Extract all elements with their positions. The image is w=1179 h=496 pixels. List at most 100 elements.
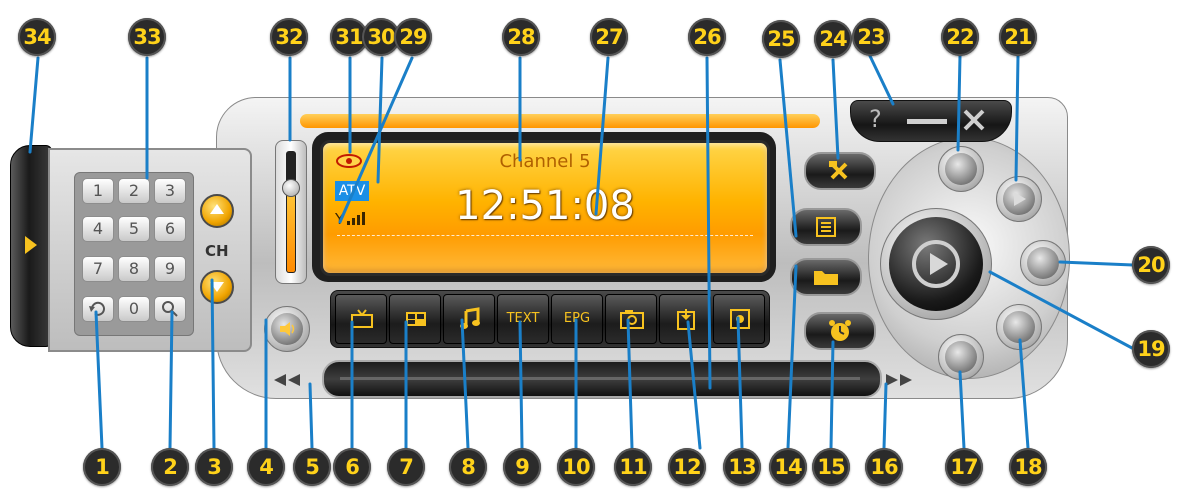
music-note-icon [460,307,480,329]
key-1[interactable]: 1 [82,178,114,204]
marker-25: 25 [762,20,800,58]
volume-slider-track[interactable] [275,140,307,284]
marker-1: 1 [83,448,121,486]
marker-7: 7 [387,448,425,486]
key-8[interactable]: 8 [118,256,150,282]
marker-14: 14 [769,448,807,486]
expand-arrow-icon [25,236,37,254]
channel-up-button[interactable] [200,194,234,228]
marker-28: 28 [502,18,540,56]
settings-button[interactable] [804,152,876,190]
source-badge[interactable]: ATV [335,181,369,201]
seek-bar[interactable] [322,360,882,398]
marker-24: 24 [814,20,852,58]
play-icon [912,240,960,288]
marker-12: 12 [668,448,706,486]
key-4[interactable]: 4 [82,216,114,242]
key-7[interactable]: 7 [82,256,114,282]
channel-label: CH [205,242,229,260]
signal-strength-icon: Y [335,210,365,227]
function-bar: TEXT EPG [330,290,770,348]
top-orange-strip [300,114,820,128]
folder-icon [814,271,838,285]
multiview-button[interactable] [389,294,441,344]
key-3[interactable]: 3 [154,178,186,204]
camera-icon [620,310,644,329]
volume-slider-thumb[interactable] [282,179,300,197]
next-arrow-icon [1014,192,1026,206]
lcd-display: Channel 5 12:51:08 ATV Y [320,140,770,276]
next-button[interactable] [996,176,1042,222]
marker-20: 20 [1132,246,1170,284]
rewind-icon[interactable] [270,372,304,388]
marker-2: 2 [151,448,189,486]
marker-26: 26 [688,18,726,56]
record-settings-button[interactable] [713,294,765,344]
channel-name: Channel 5 [499,151,591,172]
record-settings-icon [730,309,750,329]
marker-33: 33 [128,18,166,56]
magnifier-icon [162,301,178,317]
recall-button[interactable] [82,296,114,322]
audio-button[interactable] [443,294,495,344]
step-forward-button[interactable] [996,304,1042,350]
marker-4: 4 [247,448,285,486]
marker-18: 18 [1009,448,1047,486]
minimize-button[interactable] [907,119,947,124]
svg-text:Y: Y [335,210,345,227]
tools-icon [829,161,848,180]
channel-down-button[interactable] [200,270,234,304]
alarm-clock-icon [829,320,851,341]
epg-button[interactable]: EPG [551,294,603,344]
list-icon [816,217,836,237]
capture-save-button[interactable] [659,294,711,344]
search-button[interactable] [154,296,186,322]
window-controls-bar: ? [850,100,1012,142]
marker-17: 17 [945,448,983,486]
marker-21: 21 [999,18,1037,56]
open-file-button[interactable] [790,258,862,296]
fast-forward-icon[interactable] [882,372,916,388]
marker-19: 19 [1132,330,1170,368]
step-back-button[interactable] [938,334,984,380]
capture-icon [677,309,695,330]
tv-button[interactable] [335,294,387,344]
clock-display: 12:51:08 [455,183,635,229]
marker-23: 23 [852,18,890,56]
marker-13: 13 [723,448,761,486]
key-6[interactable]: 6 [154,216,186,242]
channel-keypad-panel: 1 2 3 4 5 6 7 8 9 0 CH [48,148,252,352]
volume-level-fill [287,189,295,272]
marker-10: 10 [557,448,595,486]
close-button[interactable] [961,105,987,133]
marker-11: 11 [614,448,652,486]
marker-22: 22 [941,18,979,56]
key-9[interactable]: 9 [154,256,186,282]
key-0[interactable]: 0 [118,296,150,322]
help-button[interactable]: ? [869,105,882,133]
play-button[interactable] [880,208,992,320]
marker-9: 9 [503,448,541,486]
marker-15: 15 [812,448,850,486]
snapshot-button[interactable] [605,294,657,344]
expand-panel-handle[interactable] [10,145,52,347]
marker-29: 29 [394,18,432,56]
eye-icon[interactable] [335,153,363,169]
tv-icon [351,309,373,328]
speaker-icon [280,322,295,336]
playlist-button[interactable] [790,208,862,246]
teletext-button[interactable]: TEXT [497,294,549,344]
seek-groove [340,377,860,380]
multi-screen-icon [406,312,426,326]
record-button[interactable] [938,146,984,192]
key-2[interactable]: 2 [118,178,150,204]
marker-27: 27 [590,18,628,56]
marker-5: 5 [293,448,331,486]
close-icon [963,109,985,131]
key-5[interactable]: 5 [118,216,150,242]
schedule-button[interactable] [804,312,876,350]
mute-button[interactable] [264,306,310,352]
marker-34: 34 [18,18,56,56]
stop-button[interactable] [1020,240,1066,286]
recall-icon [89,301,105,316]
